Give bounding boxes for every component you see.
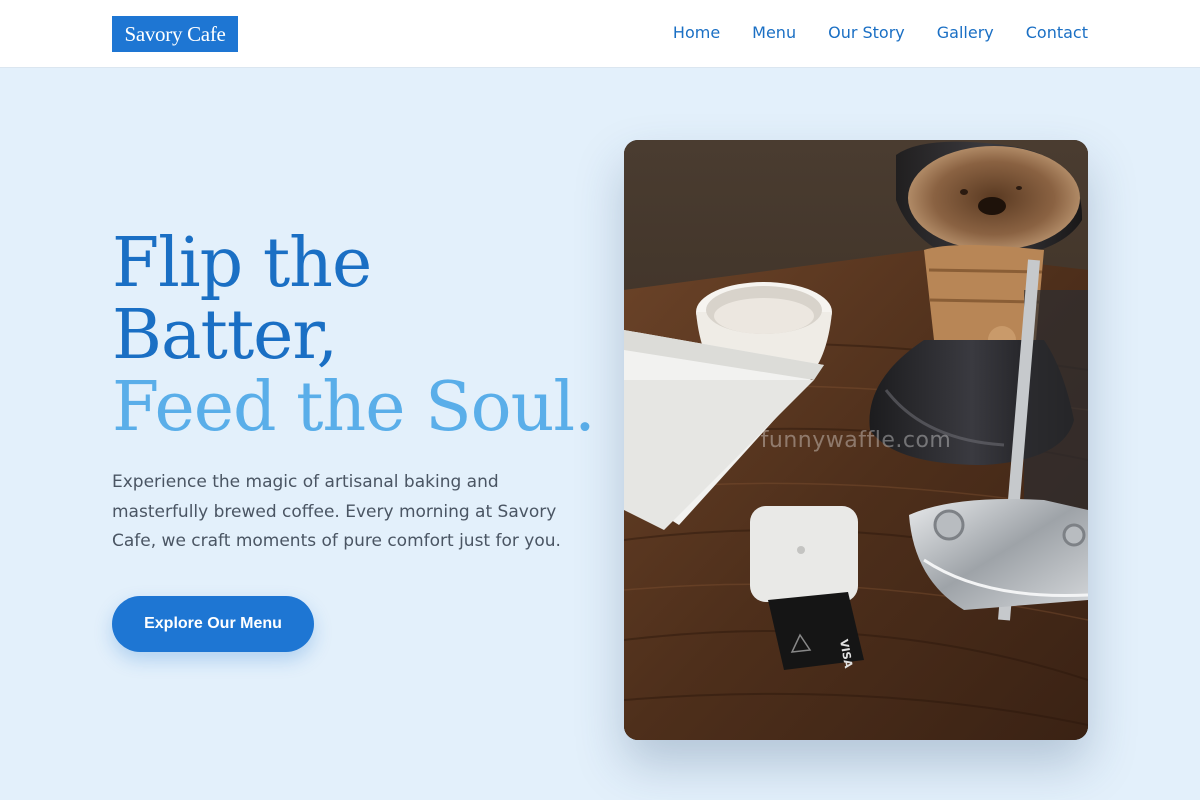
nav-link-gallery[interactable]: Gallery	[937, 22, 994, 44]
hero-description: Experience the magic of artisanal baking…	[112, 472, 561, 551]
hero-title-line-1: Flip the	[112, 224, 372, 303]
top-navbar: Savory Cafe Home Menu Our Story Gallery …	[0, 0, 1200, 68]
image-watermark: funnywaffle.com	[760, 428, 952, 453]
nav-link-contact[interactable]: Contact	[1026, 22, 1088, 44]
brand-logo[interactable]: Savory Cafe	[112, 16, 238, 52]
hero-title: Flip the Batter, Feed the Soul.	[112, 224, 596, 447]
nav-link-home[interactable]: Home	[673, 22, 720, 44]
hero-coffee-photo: VISA funnywaffle.com	[624, 140, 1088, 740]
explore-menu-button[interactable]: Explore Our Menu	[112, 596, 314, 652]
hero-title-line-2: Batter,	[112, 296, 338, 375]
hero-title-line-3: Feed the Soul.	[112, 368, 596, 447]
nav-link-menu[interactable]: Menu	[752, 22, 796, 44]
main-nav: Home Menu Our Story Gallery Contact	[673, 22, 1088, 44]
nav-link-our-story[interactable]: Our Story	[828, 22, 905, 44]
